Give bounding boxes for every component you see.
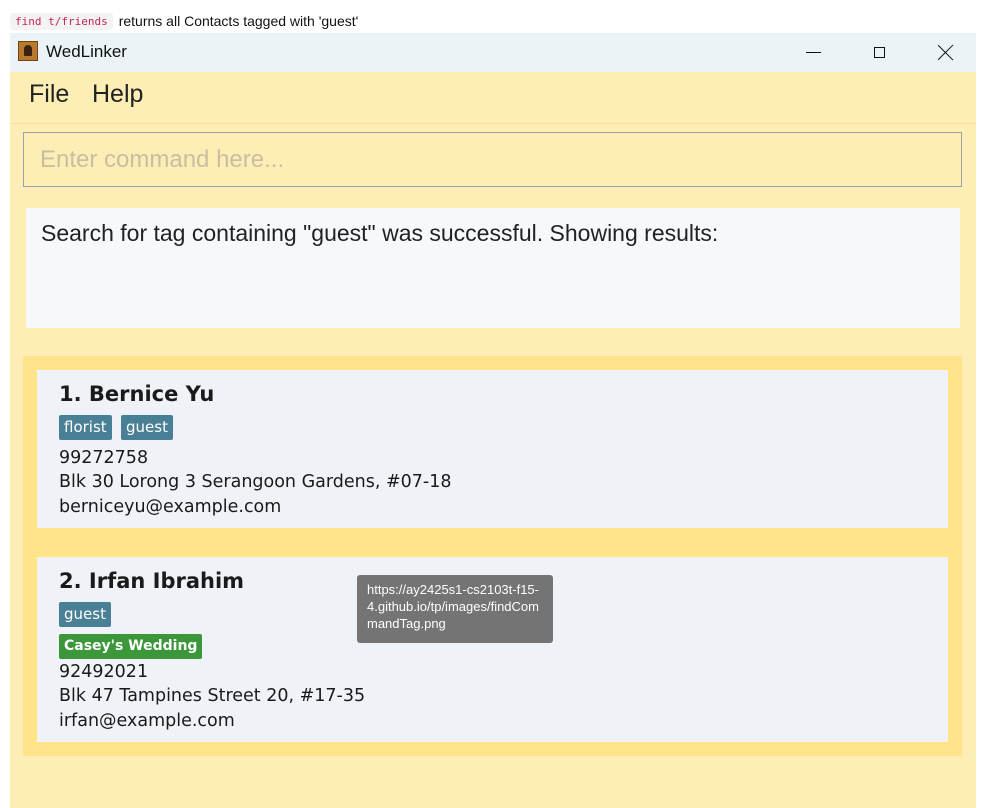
caption: find t/friends returns all Contacts tagg…	[10, 11, 358, 31]
result-display: Search for tag containing "guest" was su…	[26, 208, 960, 328]
contact-tag: guest	[121, 415, 173, 440]
command-input[interactable]	[24, 133, 961, 186]
minimize-button[interactable]	[780, 33, 846, 72]
maximize-button[interactable]	[846, 33, 912, 72]
close-icon	[937, 44, 954, 61]
menu-file[interactable]: File	[29, 80, 69, 109]
contact-name: 1. Bernice Yu	[59, 382, 215, 406]
menu-bar: File Help	[10, 72, 976, 124]
contact-list[interactable]: 1. Bernice Yu florist guest 99272758 Blk…	[23, 356, 962, 756]
wedding-tag: Casey's Wedding	[59, 634, 203, 659]
contact-tag: florist	[59, 415, 112, 440]
contact-address: Blk 47 Tampines Street 20, #17-35	[59, 686, 366, 706]
menu-help[interactable]: Help	[92, 80, 143, 109]
command-box	[23, 132, 962, 187]
contact-email: berniceyu@example.com	[59, 497, 282, 517]
contact-address: Blk 30 Lorong 3 Serangoon Gardens, #07-1…	[59, 472, 452, 492]
address-book-icon	[18, 41, 38, 61]
contact-card[interactable]: 1. Bernice Yu florist guest 99272758 Blk…	[37, 370, 948, 528]
app-window: WedLinker File Help Search for tag conta…	[10, 33, 976, 808]
result-message: Search for tag containing "guest" was su…	[41, 220, 719, 246]
contact-phone: 92492021	[59, 662, 149, 682]
contact-name: 2. Irfan Ibrahim	[59, 569, 245, 593]
url-tooltip: https://ay2425s1-cs2103t-f15-4.github.io…	[357, 575, 553, 643]
caption-code: find t/friends	[10, 12, 113, 30]
minimize-icon	[805, 52, 821, 53]
contact-phone: 99272758	[59, 448, 149, 468]
title-bar[interactable]: WedLinker	[10, 33, 976, 72]
contact-tag: guest	[59, 602, 111, 627]
contact-email: irfan@example.com	[59, 711, 235, 731]
window-title: WedLinker	[46, 42, 127, 61]
maximize-icon	[873, 47, 885, 58]
close-button[interactable]	[912, 33, 976, 72]
caption-text: returns all Contacts tagged with 'guest'	[118, 13, 359, 29]
